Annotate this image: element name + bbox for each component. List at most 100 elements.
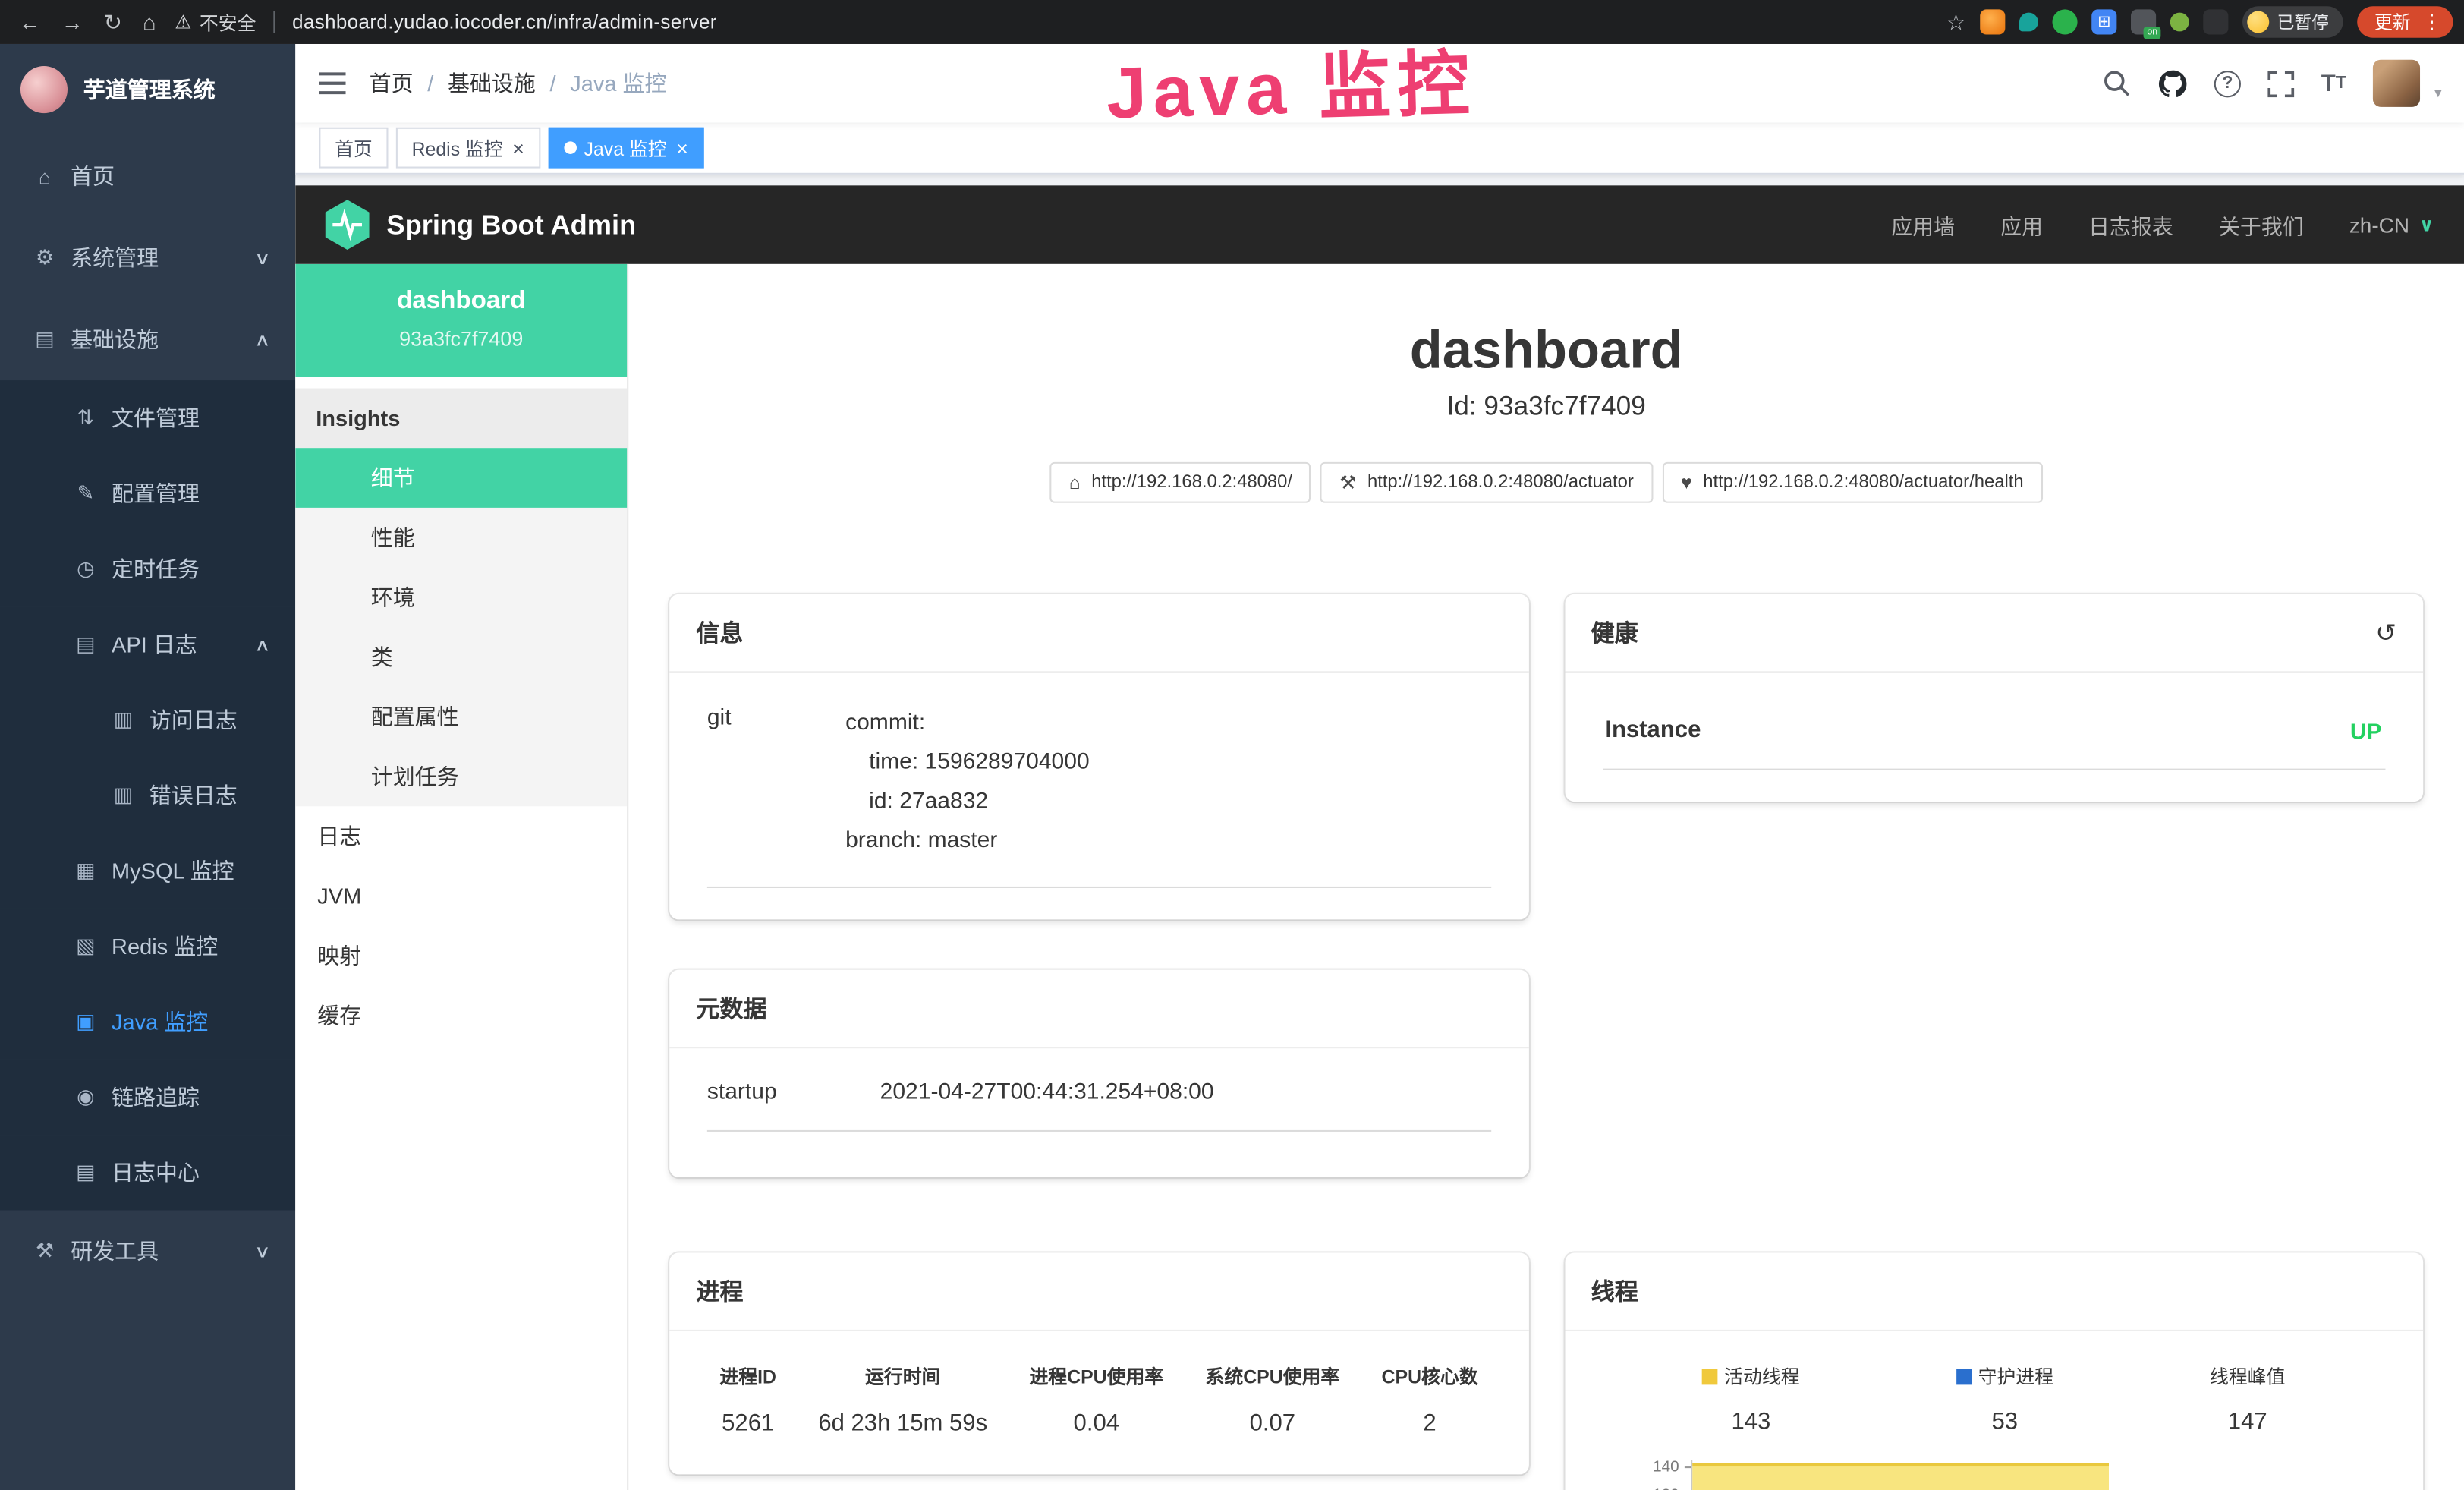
sba-locale-value: zh-CN bbox=[2349, 213, 2409, 237]
legend-value: 143 bbox=[1702, 1409, 1799, 1435]
on-badge: on bbox=[2144, 27, 2160, 39]
legend-label: 守护进程 bbox=[1978, 1363, 2053, 1390]
fullscreen-icon[interactable] bbox=[2267, 70, 2294, 96]
sba-menu-metrics[interactable]: 性能 bbox=[295, 508, 627, 568]
sba-nav-wallboard[interactable]: 应用墙 bbox=[1891, 209, 1955, 240]
column-header: 系统CPU使用率 bbox=[1205, 1363, 1339, 1390]
browser-actions: ☆ ⊞ on 已暂停 更新 ⋮ bbox=[1946, 6, 2464, 37]
sba-insights-group: 细节 性能 环境 类 配置属性 计划任务 bbox=[295, 448, 627, 806]
sidebar-item-error-logs[interactable]: ▥ 错误日志 bbox=[0, 758, 295, 833]
sidebar-item-label: 研发工具 bbox=[71, 1236, 159, 1267]
app-brand[interactable]: 芋道管理系统 bbox=[0, 44, 295, 135]
service-url-link[interactable]: ⌂ http://192.168.0.2:48080/ bbox=[1050, 462, 1311, 503]
sidebar-item-home[interactable]: ⌂ 首页 bbox=[0, 135, 295, 217]
sba-menu-mappings[interactable]: 映射 bbox=[295, 926, 627, 986]
url-text[interactable]: dashboard.yudao.iocoder.cn/infra/admin-s… bbox=[292, 11, 717, 33]
sba-menu-classes[interactable]: 类 bbox=[295, 627, 627, 687]
actuator-url-link[interactable]: ⚒ http://192.168.0.2:48080/actuator bbox=[1320, 462, 1652, 503]
column-header: 进程ID bbox=[719, 1363, 776, 1390]
clock-icon: ◷ bbox=[74, 556, 97, 581]
sidebar-item-mysql-monitor[interactable]: ▦ MySQL 监控 bbox=[0, 833, 295, 909]
sidebar-item-api-logs[interactable]: ▤ API 日志 ∧ bbox=[0, 606, 295, 682]
sba-nav-about[interactable]: 关于我们 bbox=[2219, 209, 2304, 240]
tab-redis-monitor[interactable]: Redis 监控 × bbox=[396, 128, 540, 169]
sba-nav-applications[interactable]: 应用 bbox=[2000, 209, 2043, 240]
close-icon[interactable]: × bbox=[676, 137, 688, 158]
extension-icon-6[interactable] bbox=[2170, 13, 2189, 32]
sidebar-item-access-logs[interactable]: ▥ 访问日志 bbox=[0, 682, 295, 758]
sba-menu-details[interactable]: 细节 bbox=[295, 448, 627, 508]
bookmark-star-icon[interactable]: ☆ bbox=[1946, 8, 1966, 35]
avatar-caret-icon[interactable]: ▾ bbox=[2434, 85, 2442, 107]
sidebar-item-java-monitor[interactable]: ▣ Java 监控 bbox=[0, 984, 295, 1059]
history-icon[interactable]: ↺ bbox=[2375, 617, 2396, 648]
extension-icon-7[interactable] bbox=[2203, 9, 2228, 34]
paused-badge[interactable]: 已暂停 bbox=[2242, 6, 2343, 37]
health-card: 健康 ↺ Instance UP bbox=[1564, 594, 2423, 802]
git-commit-line: commit: bbox=[845, 704, 1090, 744]
instance-links: ⌂ http://192.168.0.2:48080/ ⚒ http://192… bbox=[628, 462, 2464, 503]
extension-icon-3[interactable] bbox=[2052, 9, 2077, 34]
sidebar-item-file-mgmt[interactable]: ⇅ 文件管理 bbox=[0, 380, 295, 455]
address-bar[interactable]: ⚠ 不安全 dashboard.yudao.iocoder.cn/infra/a… bbox=[175, 8, 717, 35]
status-badge: UP bbox=[2350, 718, 2382, 743]
page-subtitle: Id: 93a3fc7f7409 bbox=[628, 392, 2464, 423]
tab-home[interactable]: 首页 bbox=[319, 128, 388, 169]
sba-brand[interactable]: Spring Boot Admin bbox=[326, 200, 637, 250]
hamburger-icon[interactable] bbox=[295, 72, 369, 94]
sidebar-item-label: 基础设施 bbox=[71, 324, 159, 355]
breadcrumb-separator: / bbox=[550, 71, 556, 96]
edit-icon: ✎ bbox=[74, 481, 97, 506]
sba-locale-select[interactable]: zh-CN ∨ bbox=[2349, 213, 2434, 237]
sba-menu-loggers[interactable]: 日志 bbox=[295, 806, 627, 866]
health-url-link[interactable]: ♥ http://192.168.0.2:48080/actuator/heal… bbox=[1662, 462, 2042, 503]
sba-menu-configprops[interactable]: 配置属性 bbox=[295, 687, 627, 747]
user-avatar[interactable] bbox=[2373, 60, 2420, 107]
sba-menu-environment[interactable]: 环境 bbox=[295, 568, 627, 628]
instance-id: 93a3fc7f7409 bbox=[308, 327, 615, 351]
chart-y-axis: 140 120 100 bbox=[1640, 1460, 1690, 1490]
legend-label: 活动线程 bbox=[1724, 1363, 1799, 1390]
update-button[interactable]: 更新 ⋮ bbox=[2357, 6, 2453, 37]
sidebar-item-trace[interactable]: ◉ 链路追踪 bbox=[0, 1060, 295, 1135]
process-col-process-cpu: 进程CPU使用率 0.04 bbox=[1029, 1363, 1163, 1437]
close-icon[interactable]: × bbox=[512, 137, 524, 158]
tab-java-monitor[interactable]: Java 监控 × bbox=[548, 128, 704, 169]
extension-icon-4[interactable]: ⊞ bbox=[2091, 9, 2116, 34]
sidebar-item-redis-monitor[interactable]: ▧ Redis 监控 bbox=[0, 909, 295, 984]
sba-nav-journal[interactable]: 日志报表 bbox=[2088, 209, 2173, 240]
sba-menu-scheduled-tasks[interactable]: 计划任务 bbox=[295, 747, 627, 807]
sba-menu-jvm[interactable]: JVM bbox=[295, 866, 627, 926]
help-icon[interactable]: ? bbox=[2214, 70, 2241, 96]
reload-icon[interactable]: ↻ bbox=[104, 11, 122, 33]
extension-icon-2[interactable] bbox=[2019, 13, 2038, 32]
home-icon: ⌂ bbox=[33, 164, 56, 187]
home-icon[interactable]: ⌂ bbox=[143, 11, 156, 33]
extension-icon-5[interactable]: on bbox=[2131, 9, 2156, 34]
app-brand-label: 芋道管理系统 bbox=[83, 74, 216, 105]
sba-nav: 应用墙 应用 日志报表 关于我们 zh-CN ∨ bbox=[1891, 209, 2434, 240]
font-size-icon[interactable]: TT bbox=[2321, 71, 2346, 95]
forward-icon[interactable]: → bbox=[61, 11, 83, 33]
health-instance-label: Instance bbox=[1605, 717, 1701, 743]
sidebar-item-label: 定时任务 bbox=[112, 553, 200, 584]
back-icon[interactable]: ← bbox=[19, 11, 41, 33]
extension-icon-1[interactable] bbox=[1980, 9, 2005, 34]
breadcrumb-section[interactable]: 基础设施 bbox=[448, 68, 536, 99]
sidebar-item-system-mgmt[interactable]: ⚙ 系统管理 ∨ bbox=[0, 217, 295, 299]
sba-menu-caches[interactable]: 缓存 bbox=[295, 985, 627, 1045]
admin-sidebar: 芋道管理系统 ⌂ 首页 ⚙ 系统管理 ∨ ▤ 基础设施 ∧ ⇅ 文件管理 ✎ bbox=[0, 44, 295, 1490]
sba-header: Spring Boot Admin 应用墙 应用 日志报表 关于我们 zh-CN… bbox=[295, 185, 2464, 264]
github-icon[interactable] bbox=[2157, 68, 2187, 98]
search-icon[interactable] bbox=[2103, 69, 2131, 97]
sidebar-item-config-mgmt[interactable]: ✎ 配置管理 bbox=[0, 456, 295, 531]
security-status[interactable]: ⚠ 不安全 bbox=[175, 8, 256, 35]
sidebar-item-infrastructure[interactable]: ▤ 基础设施 ∧ bbox=[0, 298, 295, 380]
browser-menu-icon[interactable]: ⋮ bbox=[2422, 9, 2442, 34]
instance-header[interactable]: dashboard 93a3fc7f7409 bbox=[295, 264, 627, 377]
breadcrumb-home[interactable]: 首页 bbox=[370, 68, 414, 99]
sidebar-item-dev-tools[interactable]: ⚒ 研发工具 ∨ bbox=[0, 1211, 295, 1293]
sidebar-item-cron-jobs[interactable]: ◷ 定时任务 bbox=[0, 531, 295, 606]
sidebar-item-log-center[interactable]: ▤ 日志中心 bbox=[0, 1135, 295, 1210]
sba-logo-icon bbox=[326, 200, 370, 250]
